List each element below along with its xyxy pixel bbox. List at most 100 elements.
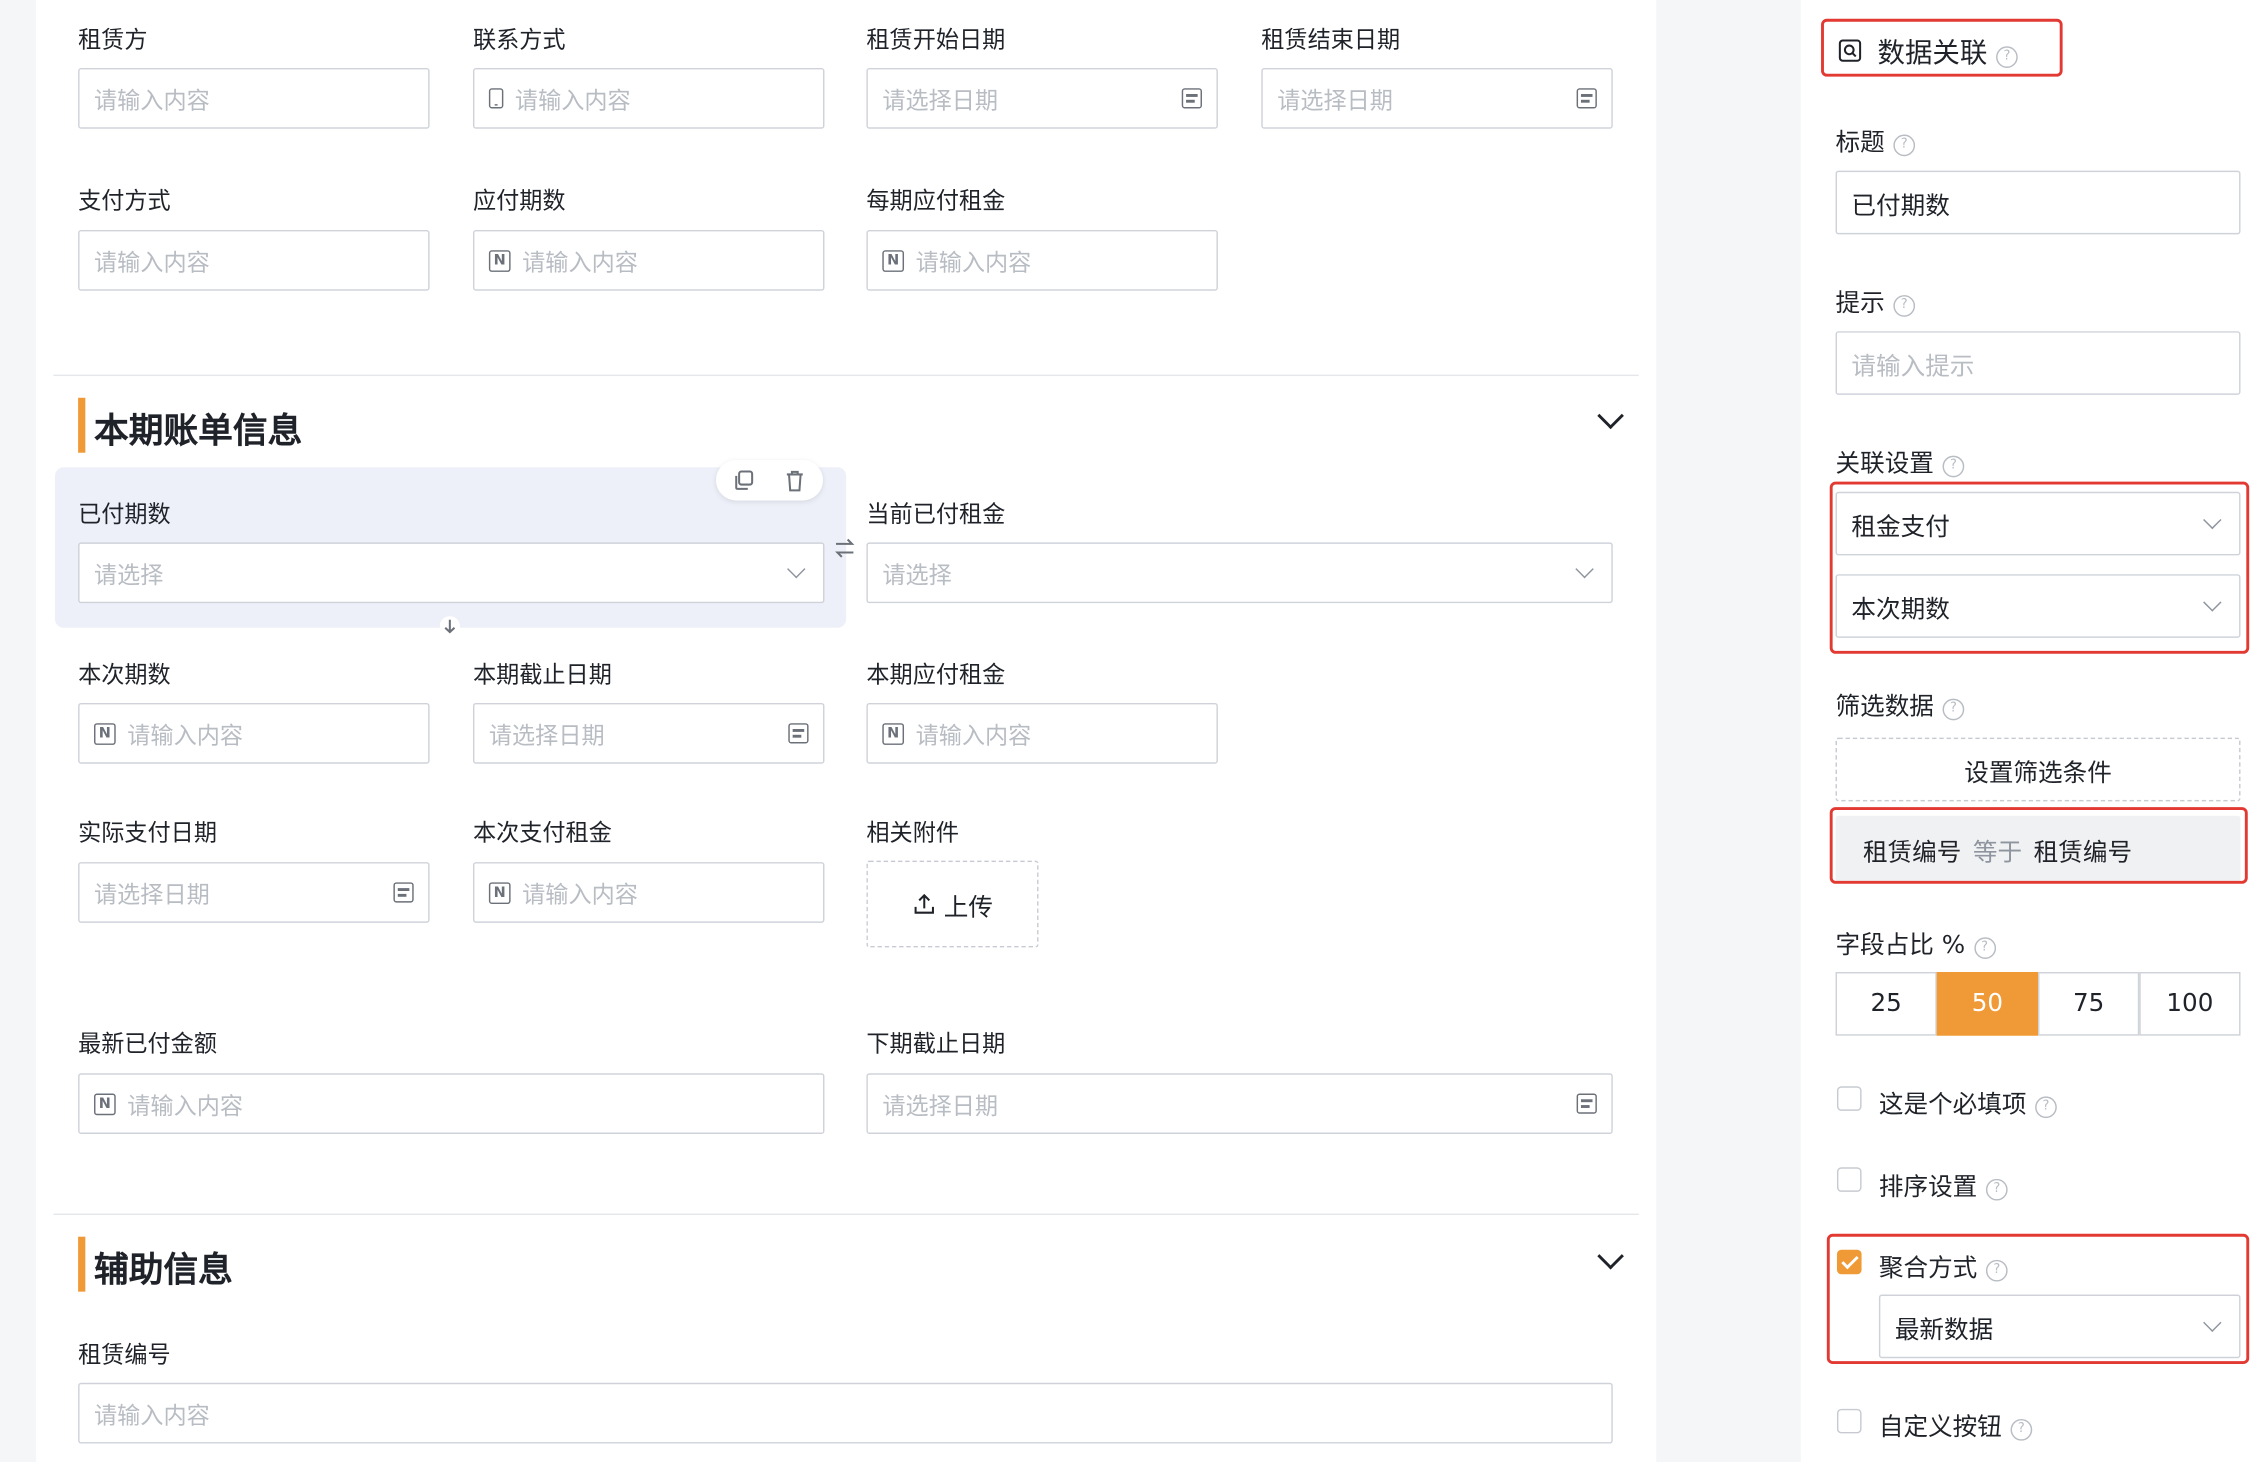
section-divider [53, 374, 1639, 377]
number-icon: N [882, 722, 905, 745]
lease-end-date-picker[interactable]: 请选择日期 [1261, 67, 1613, 129]
actual-pay-date-picker[interactable]: 请选择日期 [78, 862, 430, 923]
attachments-label: 相关附件 [866, 818, 960, 847]
calendar-icon [1576, 1093, 1597, 1114]
period-deadline-label: 本期截止日期 [472, 661, 612, 689]
required-label: 这是个必填项? [1879, 1083, 2057, 1120]
sort-checkbox[interactable] [1836, 1167, 1862, 1192]
section-divider [53, 1213, 1639, 1216]
help-icon[interactable]: ? [2035, 1096, 2057, 1119]
calendar-icon [788, 723, 809, 744]
filter-data-label: 筛选数据? [1836, 686, 1965, 722]
latest-paid-amount-label: 最新已付金额 [78, 1029, 217, 1058]
calendar-icon [393, 882, 414, 903]
width-option[interactable]: 25 [1835, 972, 1937, 1036]
section-accent-bar [78, 1236, 86, 1292]
link-field-select[interactable]: 本次期数 [1835, 574, 2241, 638]
section-title-bill: 本期账单信息 [94, 410, 303, 452]
latest-paid-amount-input[interactable]: N 请输入内容 [78, 1073, 825, 1135]
help-icon[interactable]: ? [1996, 46, 2018, 68]
arrow-down-icon[interactable] [439, 616, 460, 637]
hint-setting-label: 提示? [1836, 282, 1916, 318]
panel-title: 数据关联? [1877, 32, 2018, 71]
lessor-input[interactable]: 请输入内容 [78, 67, 430, 129]
number-icon: N [882, 249, 905, 272]
field-width-label: 字段占比 %? [1836, 924, 1996, 960]
lease-end-label: 租赁结束日期 [1261, 26, 1401, 54]
paid-periods-select[interactable]: 请选择 [78, 542, 825, 604]
section-accent-bar [78, 397, 86, 453]
lease-number-input[interactable]: 请输入内容 [78, 1382, 1613, 1444]
number-icon: N [94, 1092, 116, 1115]
lease-start-date-picker[interactable]: 请选择日期 [866, 67, 1218, 129]
this-payment-rent-input[interactable]: N 请输入内容 [472, 862, 825, 923]
help-icon[interactable]: ? [1973, 937, 1996, 959]
help-icon[interactable]: ? [1942, 455, 1965, 478]
next-deadline-date-picker[interactable]: 请选择日期 [866, 1073, 1613, 1135]
chevron-down-icon [1575, 559, 1594, 579]
title-setting-label: 标题? [1836, 122, 1916, 158]
help-icon[interactable]: ? [1985, 1178, 2008, 1201]
upload-button[interactable]: 上传 [866, 860, 1039, 948]
custom-button-checkbox[interactable] [1836, 1408, 1862, 1434]
link-settings-label: 关联设置? [1836, 443, 1965, 479]
chevron-down-icon [2203, 510, 2222, 530]
help-icon[interactable]: ? [1893, 295, 1916, 317]
number-icon: N [488, 249, 511, 272]
installments-due-input[interactable]: N 请输入内容 [472, 229, 825, 291]
period-rent-due-input[interactable]: N 请输入内容 [866, 702, 1218, 764]
paid-periods-label: 已付期数 [78, 500, 171, 528]
set-filter-button[interactable]: 设置筛选条件 [1835, 737, 2241, 802]
lease-start-label: 租赁开始日期 [866, 26, 1006, 54]
aggregate-select[interactable]: 最新数据 [1878, 1294, 2241, 1359]
payment-method-input[interactable]: 请输入内容 [78, 229, 430, 291]
period-deadline-date-picker[interactable]: 请选择日期 [472, 702, 825, 764]
hint-input[interactable]: 请输入提示 [1835, 331, 2241, 395]
aggregate-checkbox[interactable] [1836, 1249, 1862, 1275]
custom-button-label: 自定义按钮? [1879, 1406, 2033, 1442]
number-icon: N [488, 881, 511, 904]
sort-label: 排序设置? [1879, 1166, 2008, 1202]
required-checkbox[interactable] [1836, 1086, 1862, 1111]
width-option[interactable]: 100 [2139, 972, 2241, 1036]
copy-icon[interactable] [733, 470, 754, 490]
payment-method-label: 支付方式 [78, 186, 171, 215]
contact-label: 联系方式 [472, 26, 566, 54]
help-icon[interactable]: ? [2010, 1418, 2033, 1441]
this-period-number-label: 本次期数 [78, 661, 171, 689]
rent-per-period-label: 每期应付租金 [866, 186, 1006, 215]
chevron-down-icon [787, 559, 806, 579]
chevron-down-icon [2203, 593, 2222, 612]
aggregate-label: 聚合方式? [1879, 1247, 2008, 1283]
swap-icon[interactable] [835, 537, 855, 560]
actual-pay-date-label: 实际支付日期 [78, 818, 217, 847]
current-paid-rent-select[interactable]: 请选择 [866, 542, 1613, 604]
help-icon[interactable]: ? [1942, 698, 1965, 721]
upload-icon [913, 893, 934, 914]
next-deadline-label: 下期截止日期 [866, 1029, 1006, 1058]
width-option[interactable]: 75 [2038, 972, 2140, 1036]
calendar-icon [1576, 88, 1597, 109]
link-form-select[interactable]: 租金支付 [1835, 491, 2241, 556]
width-option-selected[interactable]: 50 [1936, 972, 2039, 1036]
phone-icon [488, 88, 504, 109]
field-toolbar [715, 459, 824, 501]
trash-icon[interactable] [785, 470, 804, 492]
number-icon: N [94, 722, 116, 745]
this-payment-rent-label: 本次支付租金 [472, 818, 612, 847]
rent-per-period-input[interactable]: N 请输入内容 [866, 229, 1218, 291]
title-input[interactable]: 已付期数 [1835, 170, 2241, 235]
lease-number-label: 租赁编号 [78, 1340, 171, 1369]
highlight-frame [1829, 807, 2248, 884]
chevron-down-icon [2203, 1313, 2222, 1332]
this-period-number-input[interactable]: N 请输入内容 [78, 702, 430, 764]
help-icon[interactable]: ? [1985, 1259, 2008, 1282]
contact-input[interactable]: 请输入内容 [472, 67, 825, 129]
help-icon[interactable]: ? [1893, 134, 1916, 157]
section-title-aux: 辅助信息 [94, 1249, 233, 1291]
current-paid-rent-label: 当前已付租金 [866, 500, 1006, 528]
calendar-icon [1181, 88, 1202, 109]
period-rent-due-label: 本期应付租金 [866, 661, 1006, 689]
data-link-icon [1838, 39, 1862, 62]
installments-due-label: 应付期数 [472, 186, 566, 215]
